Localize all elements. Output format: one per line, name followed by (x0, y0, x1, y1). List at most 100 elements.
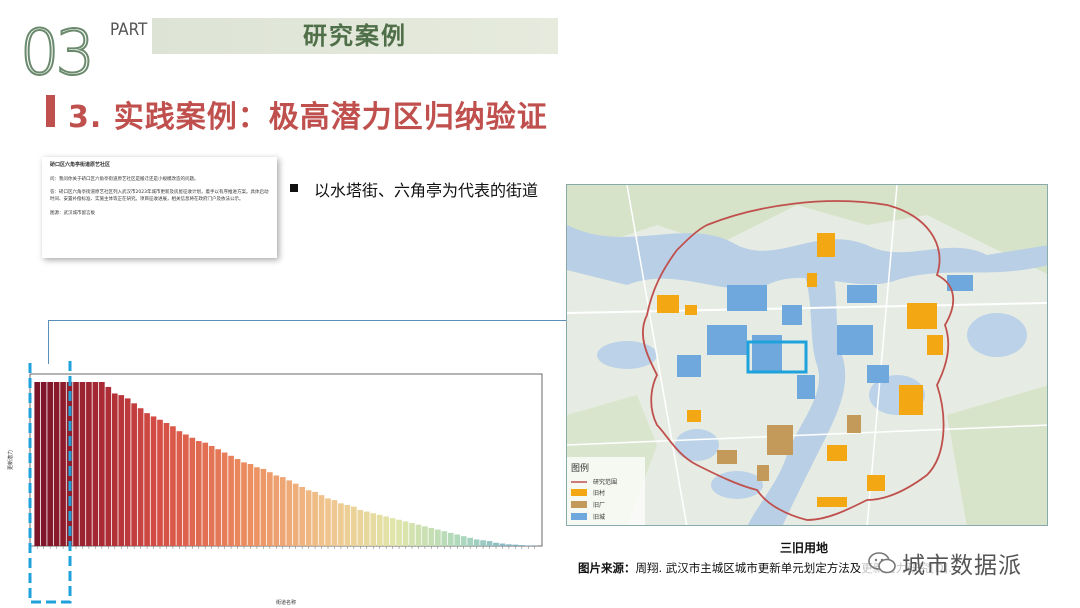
chart-bar (195, 441, 202, 546)
chart-bar (325, 498, 331, 546)
chart-bar (183, 434, 189, 546)
doc-source: 图源：武汉城市留言板 (50, 210, 95, 216)
chart-bar (499, 543, 506, 546)
chart-bar (189, 437, 196, 546)
village-patch (817, 497, 847, 507)
chart-bar (389, 518, 396, 546)
urban-patch (837, 325, 873, 355)
chart-bar (480, 540, 486, 546)
village-patch (927, 335, 943, 355)
connector-line-horizontal (48, 320, 566, 321)
chart-bar (344, 505, 351, 546)
chart-bar (267, 472, 273, 546)
factory-patch (757, 465, 769, 481)
chart-bar (137, 408, 144, 546)
chart-bar (40, 382, 47, 546)
urban-patch (752, 335, 782, 371)
chart-bar (241, 462, 247, 546)
chart-bar (396, 519, 402, 546)
chart-bar (247, 464, 254, 546)
legend-title: 图例 (571, 462, 589, 474)
chart-bar (376, 514, 383, 546)
chart-bar (286, 480, 293, 546)
chart-y-label: 更新潜力 (7, 450, 14, 470)
bullet-text: 以水塔街、六角亭为代表的街道 (314, 181, 539, 200)
chart-bar (435, 529, 441, 546)
slide-title: 3. 实践案例：极高潜力区归纳验证 (68, 100, 548, 135)
village-patch (907, 303, 937, 329)
village-patch (657, 295, 679, 313)
urban-patch (847, 285, 877, 303)
chart-bar (447, 532, 454, 546)
section-title: 研究案例 (303, 22, 407, 50)
x-ticks-group (37, 546, 535, 549)
chart-bar (512, 544, 519, 546)
chart-bar (234, 459, 241, 546)
chart-bar (473, 539, 480, 546)
chart-bar (79, 382, 86, 546)
map-caption: 三旧用地 (780, 541, 829, 555)
chart-bar (292, 483, 299, 546)
village-patch (687, 410, 701, 422)
legend-swatch-village (571, 489, 587, 496)
chart-bar (312, 491, 318, 546)
village-patch (807, 273, 817, 287)
wuhan-map: 图例 研究范围 旧村 旧厂 旧城 (566, 184, 1048, 526)
chart-bar (383, 516, 389, 546)
source-label: 图片来源： (578, 561, 636, 575)
urban-patch (797, 375, 815, 399)
chart-bar (221, 452, 228, 546)
chart-bar (486, 541, 493, 546)
bullet-marker (290, 184, 298, 192)
chart-bar (163, 423, 170, 546)
map-svg: 图例 研究范围 旧村 旧厂 旧城 (567, 185, 1047, 525)
chart-bar (428, 527, 435, 546)
chart-bar (441, 531, 448, 546)
wechat-icon (868, 552, 896, 574)
chart-bar (331, 500, 338, 546)
connector-line-vertical (48, 320, 49, 364)
chart-bar (273, 475, 280, 546)
title-accent-bar (46, 95, 55, 127)
urban-patch (867, 365, 889, 383)
factory-patch (847, 415, 861, 433)
chart-bar (176, 431, 183, 546)
doc-heading: 硚口区六角亭街道原艺社区 (50, 162, 111, 168)
doc-question: 问：我问你关于硚口区六角亭街道原艺社区是搬迁还是小规模改造的问题。 (50, 176, 199, 182)
legend-swatch-factory (571, 501, 587, 508)
chart-bar (157, 419, 163, 546)
chart-bar (409, 523, 415, 546)
section-header-bar: 研究案例 (152, 18, 558, 54)
village-patch (817, 233, 835, 257)
chart-bar (170, 426, 176, 546)
watermark: 城市数据派 (862, 544, 1028, 582)
east-water (967, 313, 1027, 357)
chart-bar (506, 544, 512, 546)
chart-bar (454, 534, 461, 546)
chart-bar (338, 503, 344, 546)
chart-bar (228, 455, 234, 546)
chart-bar (105, 386, 112, 546)
chart-bar (34, 382, 41, 546)
chart-bar (124, 398, 131, 546)
chart-bar (86, 382, 92, 546)
legend-label: 旧村 (593, 489, 605, 497)
chart-bar (53, 382, 60, 546)
urban-patch (727, 285, 767, 311)
document-card: 硚口区六角亭街道原艺社区 问：我问你关于硚口区六角亭街道原艺社区是搬迁还是小规模… (42, 157, 277, 258)
section-number: 03 (19, 16, 96, 89)
chart-bar (47, 382, 53, 546)
chart-bar (422, 526, 428, 546)
chart-bar (208, 445, 215, 546)
chart-bar (493, 542, 499, 546)
chart-bar (279, 477, 286, 546)
urban-patch (707, 325, 747, 355)
chart-bar (150, 416, 157, 546)
chart-bar (415, 524, 422, 546)
chart-bar (318, 495, 325, 546)
chart-bar (363, 511, 370, 546)
doc-answer: 答：硚口区六角亭街道原艺社区列入武汉市2023年城市更新及房屋征收计划，着手以有… (50, 190, 269, 202)
chart-bar (351, 506, 357, 546)
bar-chart-svg: 更新潜力 街道名称 (7, 354, 543, 606)
chart-bar (131, 403, 137, 546)
